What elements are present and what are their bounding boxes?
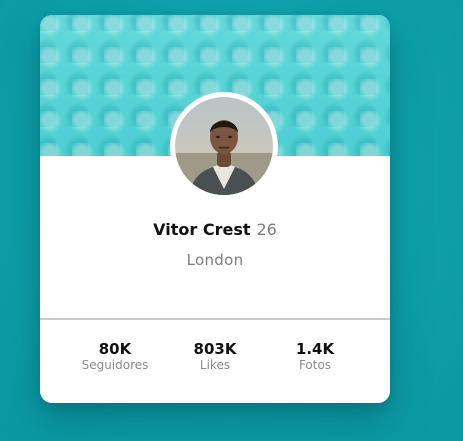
stat-likes-label: Likes <box>199 358 231 372</box>
stat-followers-value: 80K <box>98 340 132 358</box>
profile-name: Vitor Crest <box>153 220 251 239</box>
stat-followers[interactable]: 80K Seguidores <box>60 340 170 373</box>
avatar[interactable] <box>170 92 278 200</box>
profile-location: London <box>186 251 244 269</box>
stats-divider <box>40 318 390 320</box>
name-row: Vitor Crest 26 <box>40 220 390 240</box>
page-background: Vitor Crest 26 London 80K Seguidores 803K… <box>0 0 463 441</box>
profile-card: Vitor Crest 26 London 80K Seguidores 803K… <box>40 15 390 403</box>
profile-age: 26 <box>256 220 277 239</box>
stat-photos-label: Fotos <box>298 358 332 372</box>
stat-photos-value: 1.4K <box>295 340 335 358</box>
avatar-photo <box>175 97 273 195</box>
stat-likes-value: 803K <box>193 340 237 358</box>
stat-likes[interactable]: 803K Likes <box>160 340 270 373</box>
stat-photos[interactable]: 1.4K Fotos <box>260 340 370 373</box>
stat-followers-label: Seguidores <box>81 358 149 372</box>
